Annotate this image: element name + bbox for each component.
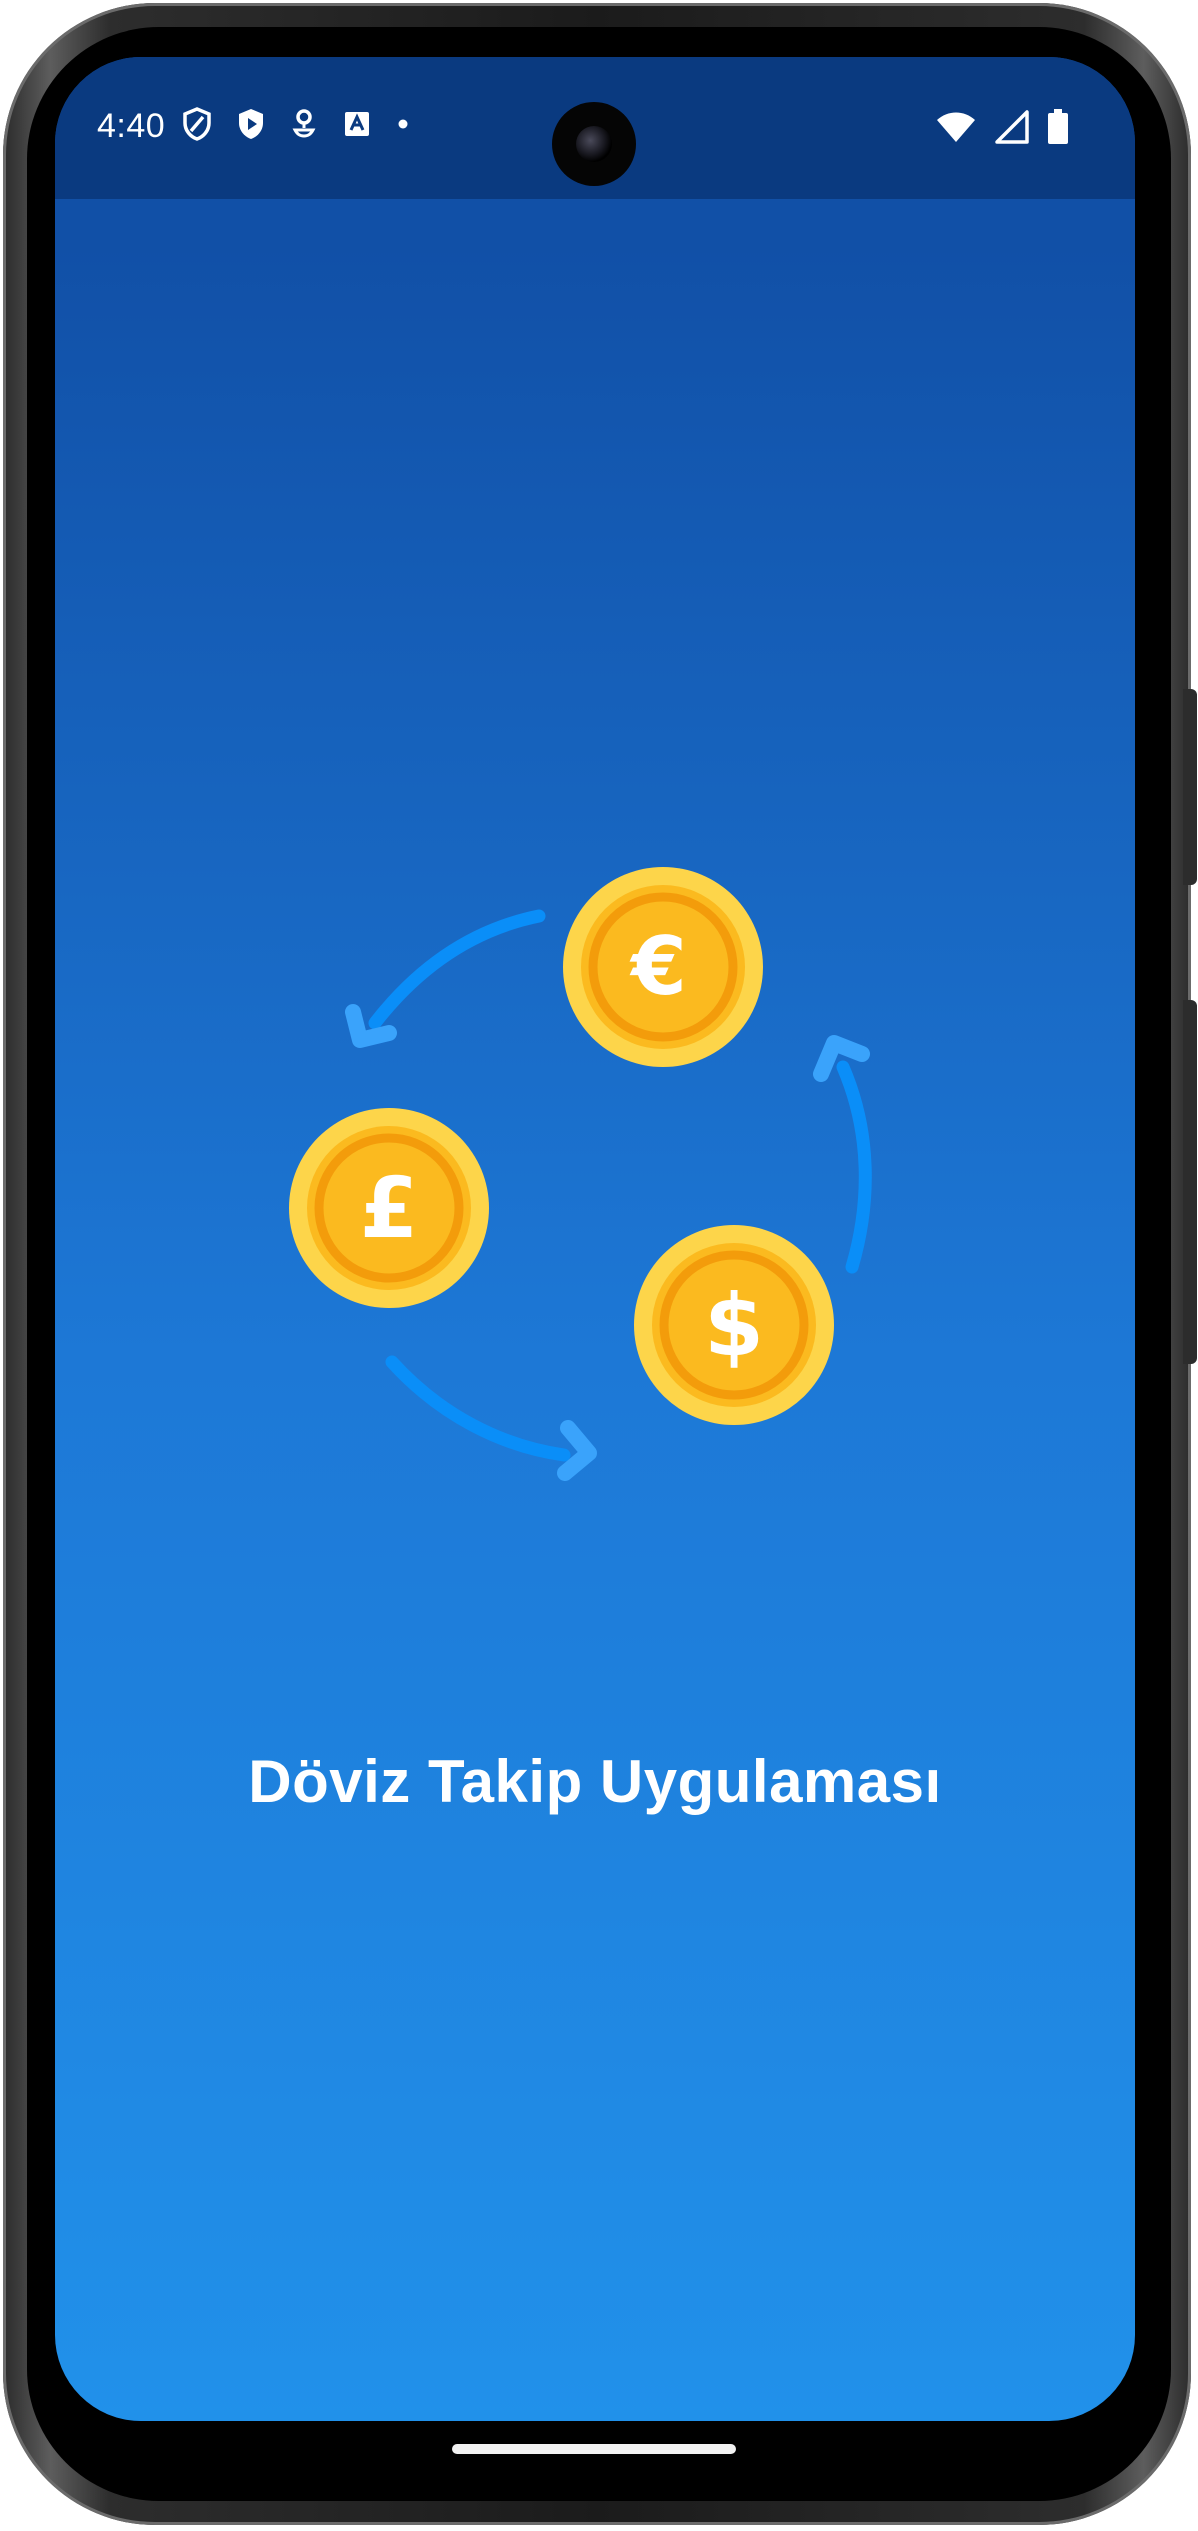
phone-device: 4:40 € £ $ Döviz Takip Uygulaması <box>0 0 1198 2531</box>
arrow-dollar-to-euro <box>836 1060 872 1274</box>
power-button <box>1183 689 1197 885</box>
arrow-euro-to-pound <box>368 909 546 1030</box>
dollar-symbol: $ <box>704 1276 764 1376</box>
app-screen: 4:40 € £ $ Döviz Takip Uygulaması <box>55 57 1135 2421</box>
arrow-pound-to-dollar <box>385 1355 571 1462</box>
home-indicator[interactable] <box>452 2444 736 2454</box>
pound-symbol: £ <box>360 1159 418 1257</box>
app-title: Döviz Takip Uygulaması <box>248 1748 942 1815</box>
pound-coin: £ <box>289 1108 489 1308</box>
euro-symbol: € <box>629 920 687 1013</box>
currency-exchange-illustration: € £ $ <box>289 867 872 1481</box>
euro-coin: € <box>563 867 763 1067</box>
dollar-coin: $ <box>634 1225 834 1425</box>
volume-button <box>1183 1000 1197 1364</box>
